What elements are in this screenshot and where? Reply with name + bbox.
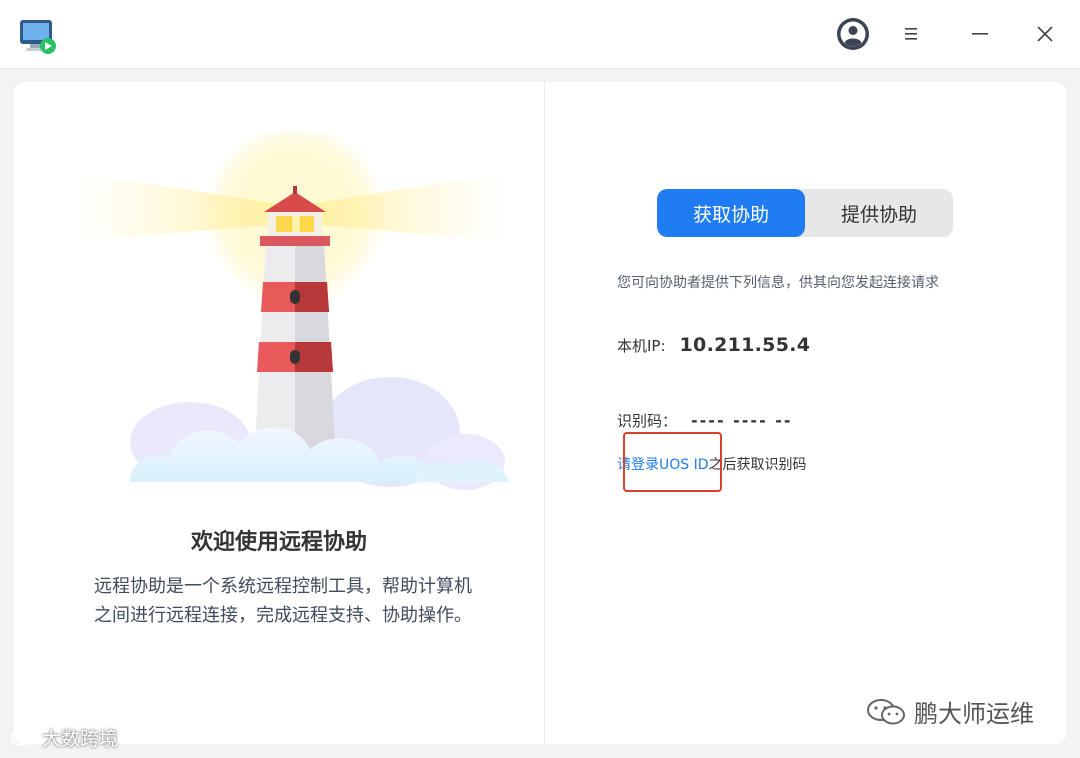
title-bar [0,0,1080,69]
code-value: ---- ---- -- [691,411,793,430]
watermark-right-text: 鹏大师运维 [914,700,1034,728]
remote-desktop-icon [18,18,58,56]
login-hint-suffix: 之后获取识别码 [708,457,807,473]
info-instruction: 您可向协助者提供下列信息，供其向您发起连接请求 [617,275,939,291]
ip-value: 10.211.55.4 [679,334,811,356]
close-icon [1037,26,1053,42]
mode-switch: 获取协助 提供协助 [657,189,953,237]
wechat-icon [867,698,905,724]
close-button[interactable] [1027,16,1063,52]
login-hint: 请登录UOS ID之后获取识别码 [617,454,807,474]
login-hint-prefix: 请 [617,457,631,473]
main-content-panel: 欢迎使用远程协助 远程协助是一个系统远程控制工具，帮助计算机之间进行远程连接，完… [14,82,1066,744]
lighthouse-illustration [70,132,510,490]
assist-pane: 获取协助 提供协助 您可向协助者提供下列信息，供其向您发起连接请求 本机IP: … [545,82,1066,744]
code-row: 识别码： ---- ---- -- [617,410,793,431]
tab-get-assistance[interactable]: 获取协助 [657,189,805,237]
code-label: 识别码： [617,412,678,430]
watermark-left-text: 大数跨境 [42,728,119,750]
tab-provide-assistance[interactable]: 提供协助 [805,189,953,237]
user-avatar-icon [837,18,869,50]
welcome-pane: 欢迎使用远程协助 远程协助是一个系统远程控制工具，帮助计算机之间进行远程连接，完… [14,82,544,744]
login-uos-id-link[interactable]: 登录UOS ID [631,457,709,473]
watermark-right: 鹏大师运维 [866,694,1034,729]
welcome-title: 欢迎使用远程协助 [190,530,367,555]
main-menu-button[interactable] [893,16,929,52]
user-avatar-button[interactable] [835,16,871,52]
watermark-left: 大数跨境 [10,724,118,751]
minimize-icon [972,33,988,35]
ip-label: 本机IP: [617,337,666,355]
ip-row: 本机IP: 10.211.55.4 [617,334,810,356]
brand-logo-icon [11,729,35,746]
minimize-button[interactable] [962,16,998,52]
welcome-description: 远程协助是一个系统远程控制工具，帮助计算机之间进行远程连接，完成远程支持、协助操… [94,576,472,626]
hamburger-menu-icon [905,28,917,40]
